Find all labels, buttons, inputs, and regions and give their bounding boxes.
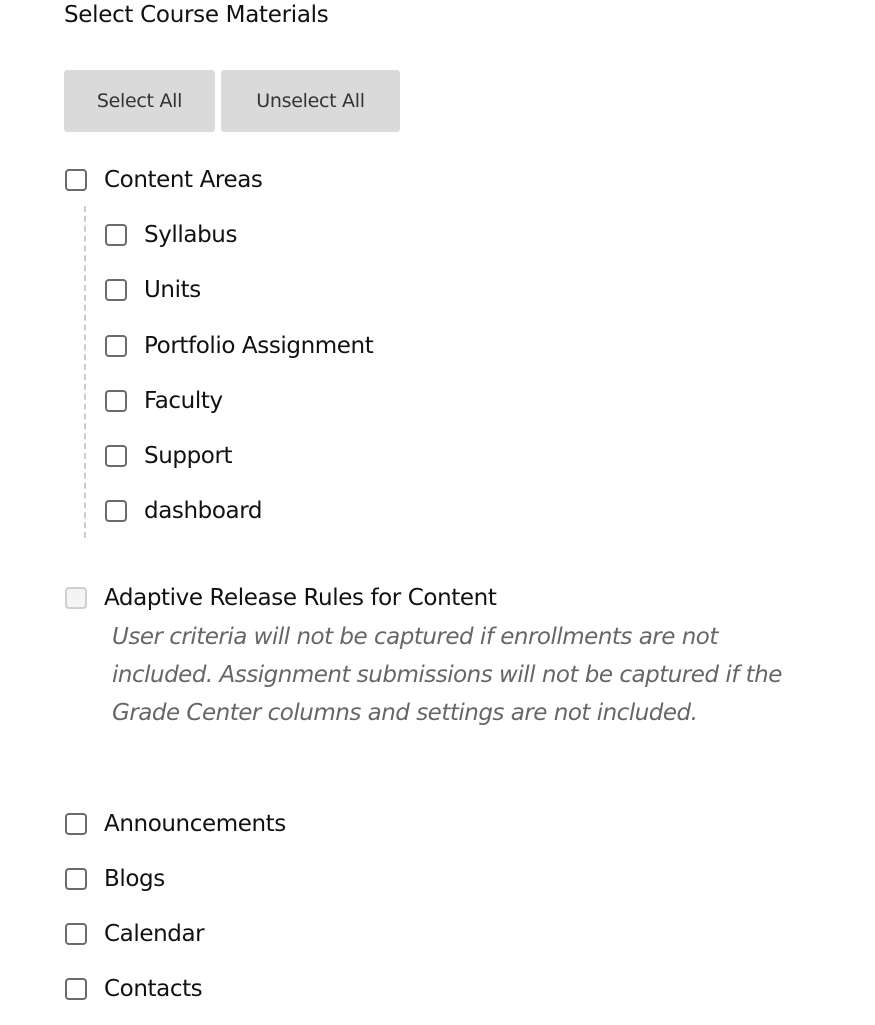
- content-area-item-units[interactable]: Units: [105, 275, 201, 305]
- blogs-label: Blogs: [104, 866, 165, 892]
- dashboard-label: dashboard: [144, 498, 263, 524]
- blogs-checkbox[interactable]: [65, 868, 87, 890]
- dashboard-checkbox[interactable]: [105, 500, 127, 522]
- tree-connector-line: [84, 206, 86, 538]
- item-contacts[interactable]: Contacts: [65, 974, 203, 1004]
- item-blogs[interactable]: Blogs: [65, 864, 165, 894]
- contacts-label: Contacts: [104, 976, 203, 1002]
- item-announcements[interactable]: Announcements: [65, 809, 286, 839]
- support-checkbox[interactable]: [105, 445, 127, 467]
- content-area-item-portfolio-assignment[interactable]: Portfolio Assignment: [105, 331, 374, 361]
- content-area-item-syllabus[interactable]: Syllabus: [105, 220, 237, 250]
- calendar-label: Calendar: [104, 921, 205, 947]
- select-all-button[interactable]: Select All: [64, 70, 215, 132]
- syllabus-checkbox[interactable]: [105, 224, 127, 246]
- item-calendar[interactable]: Calendar: [65, 919, 205, 949]
- content-area-item-dashboard[interactable]: dashboard: [105, 496, 262, 526]
- content-areas-item[interactable]: Content Areas: [65, 165, 263, 195]
- syllabus-label: Syllabus: [144, 222, 238, 248]
- adaptive-release-note: User criteria will not be captured if en…: [112, 624, 782, 726]
- content-areas-checkbox[interactable]: [65, 169, 87, 191]
- units-label: Units: [144, 277, 201, 303]
- faculty-label: Faculty: [144, 388, 223, 414]
- portfolio-assignment-label: Portfolio Assignment: [144, 333, 374, 359]
- content-areas-label: Content Areas: [104, 167, 263, 193]
- adaptive-release-item: Adaptive Release Rules for Content: [65, 583, 497, 613]
- content-area-item-support[interactable]: Support: [105, 441, 233, 471]
- faculty-checkbox[interactable]: [105, 390, 127, 412]
- support-label: Support: [144, 443, 233, 469]
- announcements-label: Announcements: [104, 811, 286, 837]
- unselect-all-button[interactable]: Unselect All: [221, 70, 400, 132]
- contacts-checkbox[interactable]: [65, 978, 87, 1000]
- units-checkbox[interactable]: [105, 279, 127, 301]
- portfolio-assignment-checkbox[interactable]: [105, 335, 127, 357]
- adaptive-release-label: Adaptive Release Rules for Content: [104, 585, 497, 611]
- calendar-checkbox[interactable]: [65, 923, 87, 945]
- adaptive-release-checkbox: [65, 587, 87, 609]
- content-area-item-faculty[interactable]: Faculty: [105, 386, 223, 416]
- section-title: Select Course Materials: [64, 2, 329, 28]
- announcements-checkbox[interactable]: [65, 813, 87, 835]
